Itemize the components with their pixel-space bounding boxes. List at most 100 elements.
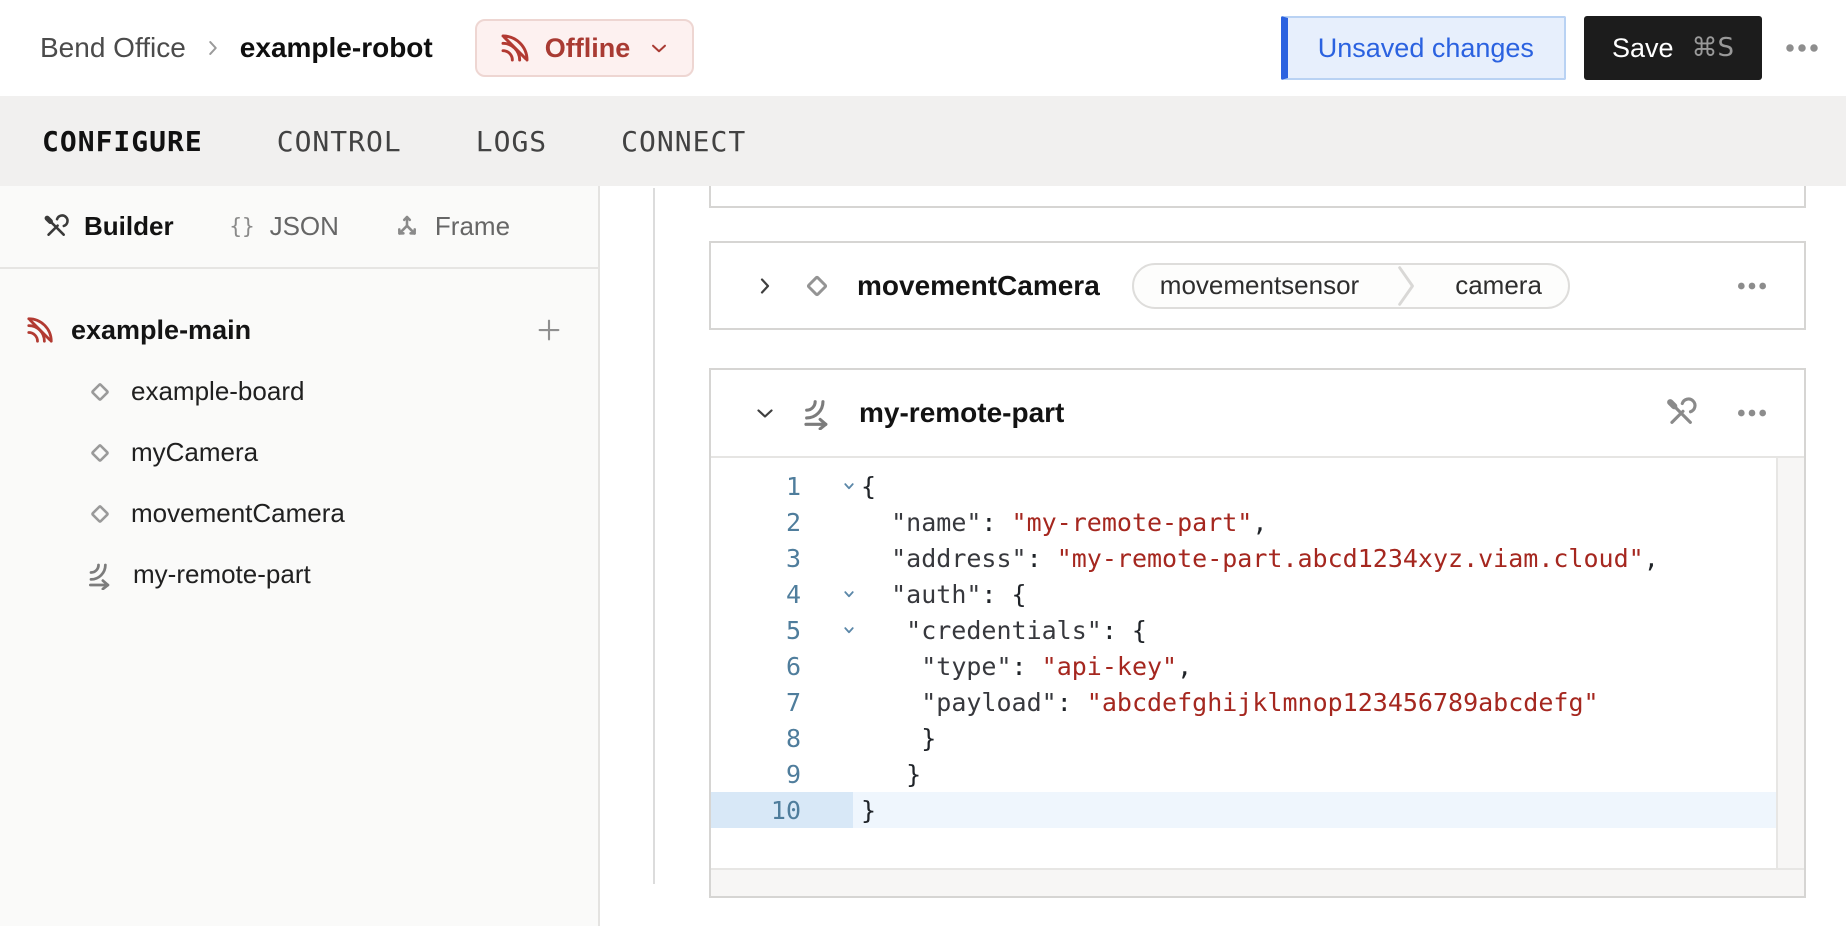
code-text: "payload": "abcdefghijklmnop123456789abc… [853, 688, 1599, 717]
tree-item-example-board[interactable]: example-board [0, 361, 598, 422]
card-more-button[interactable] [1736, 397, 1768, 429]
braces-icon: {} [228, 213, 256, 241]
code-text: } [853, 724, 936, 753]
code-line-8: 8 } [711, 720, 1776, 756]
card-header: my-remote-part [711, 370, 1804, 458]
expand-chevron-icon[interactable] [753, 274, 777, 298]
wifi-off-icon [499, 32, 531, 64]
code-line-10: 10} [711, 792, 1776, 828]
card-more-button[interactable] [1736, 270, 1768, 302]
code-line-4: 4 "auth": { [711, 576, 1776, 612]
line-number: 5 [711, 616, 853, 645]
breadcrumb-separator-icon [202, 37, 224, 59]
line-number: 7 [711, 688, 853, 717]
tab-logs[interactable]: LOGS [476, 125, 547, 158]
code-text: "credentials": { [853, 616, 1147, 645]
machine-name: example-robot [240, 32, 433, 64]
code-text: "address": "my-remote-part.abcd1234xyz.v… [853, 544, 1659, 573]
code-text: { [853, 472, 876, 501]
unsaved-changes-button[interactable]: Unsaved changes [1281, 16, 1566, 80]
mode-json[interactable]: {} JSON [228, 211, 339, 242]
tree-item-label: movementCamera [131, 498, 345, 529]
vertical-scrollbar[interactable] [653, 188, 655, 884]
tab-control[interactable]: CONTROL [277, 125, 402, 158]
code-line-6: 6 "type": "api-key", [711, 648, 1776, 684]
breadcrumb-org[interactable]: Bend Office [40, 32, 186, 64]
tools-icon[interactable] [1664, 396, 1698, 430]
status-badge[interactable]: Offline [475, 19, 695, 77]
wifi-off-icon [25, 315, 55, 345]
header-more-button[interactable] [1784, 30, 1820, 66]
diamond-icon [86, 500, 114, 528]
card-title: movementCamera [857, 270, 1100, 302]
tree-item-myCamera[interactable]: myCamera [0, 422, 598, 483]
code-text: "name": "my-remote-part", [853, 508, 1267, 537]
diamond-icon [86, 439, 114, 467]
frame-icon [393, 213, 421, 241]
tree-item-label: example-board [131, 376, 304, 407]
svg-text:{}: {} [229, 214, 254, 238]
code-area[interactable]: 1{2 "name": "my-remote-part",3 "address"… [711, 458, 1776, 868]
remote-part-icon [801, 396, 835, 430]
component-tree: example-main example-board myCamera movemen… [0, 269, 598, 605]
mode-label: Frame [435, 211, 510, 242]
mode-label: Builder [84, 211, 174, 242]
main-panel: movementCamera movementsensor camera my-r… [600, 186, 1846, 926]
code-text: } [853, 796, 876, 825]
collapse-chevron-icon[interactable] [753, 401, 777, 425]
tree-item-label: my-remote-part [133, 559, 311, 590]
app-header: Bend Office example-robot Offline Unsave… [0, 0, 1846, 96]
code-line-5: 5 "credentials": { [711, 612, 1776, 648]
code-line-7: 7 "payload": "abcdefghijklmnop123456789a… [711, 684, 1776, 720]
component-type-pill: movementsensor camera [1132, 263, 1570, 309]
line-number: 3 [711, 544, 853, 573]
tree-item-label: example-main [71, 315, 251, 346]
diamond-icon [86, 378, 114, 406]
line-number: 6 [711, 652, 853, 681]
component-card-movementcamera: movementCamera movementsensor camera [709, 241, 1806, 330]
json-editor: 1{2 "name": "my-remote-part",3 "address"… [711, 458, 1804, 868]
mode-label: JSON [270, 211, 339, 242]
line-number: 1 [711, 472, 853, 501]
save-button[interactable]: Save ⌘S [1584, 16, 1762, 80]
remote-part-card: my-remote-part 1{2 "name": "my-remote-pa… [709, 368, 1806, 898]
type-tag-movementsensor: movementsensor [1134, 270, 1385, 301]
line-number: 10 [711, 796, 853, 825]
save-shortcut: ⌘S [1691, 33, 1734, 63]
add-component-button[interactable] [534, 299, 564, 361]
content: Builder {} JSON Frame example-main example-b… [0, 186, 1846, 926]
line-number: 9 [711, 760, 853, 789]
status-badge-label: Offline [545, 33, 631, 64]
editor-scrollbar-track[interactable] [1776, 458, 1804, 868]
mode-builder[interactable]: Builder [42, 211, 174, 242]
code-text: "type": "api-key", [853, 652, 1192, 681]
code-text: "auth": { [853, 580, 1027, 609]
tab-connect[interactable]: CONNECT [621, 125, 746, 158]
partial-card [709, 186, 1806, 208]
view-mode-switcher: Builder {} JSON Frame [0, 186, 598, 269]
line-number: 4 [711, 580, 853, 609]
card-list: movementCamera movementsensor camera my-r… [709, 186, 1806, 898]
chevron-down-icon [648, 37, 670, 59]
line-number: 2 [711, 508, 853, 537]
remote-icon [86, 560, 116, 590]
unsaved-changes-label: Unsaved changes [1318, 33, 1534, 64]
code-line-2: 2 "name": "my-remote-part", [711, 504, 1776, 540]
card-header: movementCamera movementsensor camera [711, 243, 1804, 328]
tab-configure[interactable]: CONFIGURE [42, 125, 203, 158]
mode-frame[interactable]: Frame [393, 211, 510, 242]
tree-item-my-remote-part[interactable]: my-remote-part [0, 544, 598, 605]
tree-item-movementCamera[interactable]: movementCamera [0, 483, 598, 544]
tools-icon [42, 213, 70, 241]
tree-item-label: myCamera [131, 437, 258, 468]
code-text: } [853, 760, 921, 789]
editor-footer [711, 868, 1804, 896]
code-line-9: 9 } [711, 756, 1776, 792]
save-label: Save [1612, 33, 1674, 64]
code-line-1: 1{ [711, 468, 1776, 504]
type-tag-camera: camera [1429, 270, 1568, 301]
line-number: 8 [711, 724, 853, 753]
code-line-3: 3 "address": "my-remote-part.abcd1234xyz… [711, 540, 1776, 576]
tree-item-example-main[interactable]: example-main [0, 299, 598, 361]
pill-sep-icon [1385, 264, 1429, 308]
